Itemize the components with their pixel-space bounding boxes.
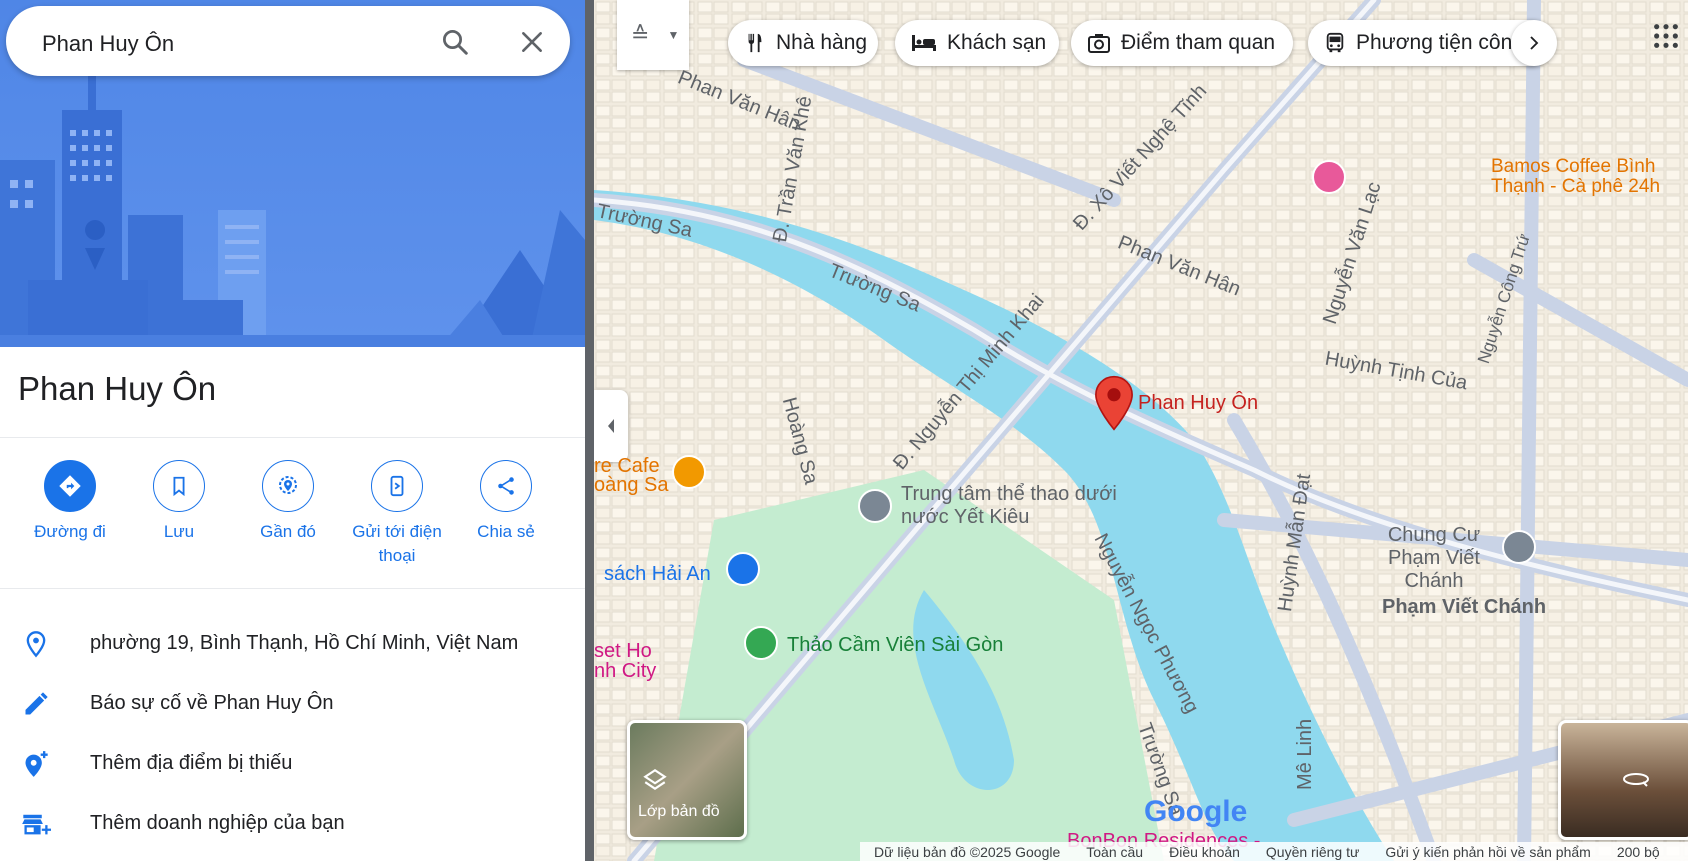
add-business-row[interactable]: Thêm doanh nghiệp của bạn: [0, 800, 585, 860]
add-missing-place-text: Thêm địa điểm bị thiếu: [90, 752, 293, 774]
add-business-icon: [20, 808, 52, 840]
add-location-icon: [20, 748, 52, 780]
hotel-icon[interactable]: [1312, 160, 1346, 194]
footer-link-privacy[interactable]: Quyền riêng tư: [1266, 844, 1359, 860]
layers-button[interactable]: Lớp bản đồ: [627, 720, 747, 840]
send-to-phone-label: Gửi tới điện thoại: [352, 522, 442, 565]
directions-button[interactable]: Đường đi: [15, 460, 125, 544]
poi-marker-icon[interactable]: [1502, 530, 1536, 564]
rotate-360-icon: [1623, 773, 1649, 787]
fork-knife-icon: [748, 33, 762, 53]
report-issue-row[interactable]: Báo sự cố về Phan Huy Ôn: [0, 680, 585, 740]
nearby-label: Gần đó: [260, 522, 316, 541]
layers-icon: [643, 768, 667, 790]
street-label: Phạm Viết Chánh: [1382, 596, 1547, 618]
search-input[interactable]: Phan Huy Ôn: [42, 31, 174, 57]
divider: [0, 437, 585, 438]
place-panel: Phan Huy Ôn Phan Huy Ôn Đường đi Lưu Gần…: [0, 0, 586, 861]
pencil-icon: [20, 688, 52, 720]
address-row[interactable]: phường 19, Bình Thạnh, Hồ Chí Minh, Việt…: [0, 620, 585, 680]
street-view-thumbnail[interactable]: [1558, 720, 1688, 840]
chip-restaurants[interactable]: Nhà hàng: [728, 20, 878, 66]
shopping-icon[interactable]: [726, 552, 760, 586]
nearby-button[interactable]: Gần đó: [233, 460, 343, 544]
bed-icon: [912, 35, 936, 51]
chips-scroll-right-button[interactable]: [1511, 20, 1557, 66]
close-icon[interactable]: [515, 25, 549, 59]
scale-label[interactable]: 200 bộ: [1617, 844, 1660, 860]
info-list: phường 19, Bình Thạnh, Hồ Chí Minh, Việt…: [0, 620, 585, 860]
red-pin-icon: [1095, 375, 1133, 431]
chevron-right-icon: [1530, 36, 1539, 50]
layers-label: Lớp bản đồ: [638, 803, 720, 820]
google-logo: Google: [1144, 795, 1248, 828]
bus-icon: [1326, 32, 1344, 53]
action-bar: Đường đi Lưu Gần đó Gửi tới điện thoại C…: [0, 460, 585, 580]
footer-link-global[interactable]: Toàn cầu: [1086, 844, 1143, 860]
street-label: Mê Linh: [1294, 718, 1316, 790]
location-pin-icon: [20, 628, 52, 660]
search-icon[interactable]: [438, 25, 472, 59]
hero-illustration: Phan Huy Ôn: [0, 0, 585, 347]
footer-link-terms[interactable]: Điều khoản: [1169, 844, 1240, 860]
add-business-text: Thêm doanh nghiệp của bạn: [90, 812, 345, 834]
transit-icon: ≙: [631, 22, 650, 47]
address-text: phường 19, Bình Thạnh, Hồ Chí Minh, Việt…: [90, 632, 519, 654]
zoo-icon[interactable]: [744, 626, 778, 660]
chip-label: Điểm tham quan: [1121, 31, 1276, 54]
share-icon: [480, 460, 532, 512]
page-title: Phan Huy Ôn: [18, 370, 217, 407]
poi-sunset[interactable]: nh City: [594, 660, 656, 683]
search-box[interactable]: Phan Huy Ôn: [6, 6, 570, 76]
report-issue-text: Báo sự cố về Phan Huy Ôn: [90, 692, 334, 714]
copyright-text: Dữ liệu bản đồ ©2025 Google: [874, 843, 1061, 860]
poi-thao-cam-vien[interactable]: Thảo Cầm Viên Sài Gòn: [787, 634, 1003, 657]
add-missing-place-row[interactable]: Thêm địa điểm bị thiếu: [0, 740, 585, 800]
save-label: Lưu: [163, 522, 195, 541]
share-button[interactable]: Chia sẻ: [451, 460, 561, 544]
panel-scrollbar[interactable]: [585, 0, 594, 861]
phone-icon: [371, 460, 423, 512]
chip-hotels[interactable]: Khách sạn: [895, 20, 1059, 66]
chevron-left-icon: [608, 419, 614, 433]
nearby-icon: [262, 460, 314, 512]
poi-sach-hai-an[interactable]: sách Hải An: [604, 563, 711, 586]
collapse-panel-button[interactable]: [594, 390, 628, 462]
map-toolbar[interactable]: ≙ ▼: [617, 0, 689, 70]
poi-chung-cu[interactable]: Chung Cư Phạm Viết Chánh: [1369, 524, 1499, 593]
footer-link-feedback[interactable]: Gửi ý kiến phản hồi về sản phẩm: [1385, 844, 1591, 860]
chip-label: Khách sạn: [947, 31, 1047, 54]
selected-place-label: Phan Huy Ôn: [1138, 392, 1259, 414]
camera-icon: [1088, 34, 1110, 53]
selected-place-marker[interactable]: [1094, 375, 1134, 436]
chevron-down-icon: ▼: [667, 28, 680, 42]
poi-trung-tam[interactable]: Trung tâm thể thao dưới nước Yết Kiêu: [901, 483, 1121, 529]
cafe-icon[interactable]: [672, 455, 706, 489]
divider: [0, 588, 585, 589]
apps-grid-icon[interactable]: [1652, 22, 1682, 52]
directions-label: Đường đi: [34, 522, 106, 541]
chip-attractions[interactable]: Điểm tham quan: [1071, 20, 1293, 66]
directions-icon: [44, 460, 96, 512]
poi-bamos[interactable]: Bamos Coffee Bình Thạnh - Cà phê 24h: [1491, 157, 1688, 197]
share-label: Chia sẻ: [477, 522, 535, 541]
map-footer: Dữ liệu bản đồ ©2025 Google Toàn cầu Điề…: [860, 842, 1688, 861]
map-canvas[interactable]: ≙ ▼ Nhà hàng Khách sạn Điểm tham quan Ph…: [594, 0, 1688, 861]
send-to-phone-button[interactable]: Gửi tới điện thoại: [342, 460, 452, 568]
bookmark-icon: [153, 460, 205, 512]
save-button[interactable]: Lưu: [124, 460, 234, 544]
poi-marker-icon[interactable]: [858, 489, 892, 523]
chip-label: Nhà hàng: [776, 31, 868, 54]
poi-cafe[interactable]: oàng Sa: [594, 474, 669, 497]
